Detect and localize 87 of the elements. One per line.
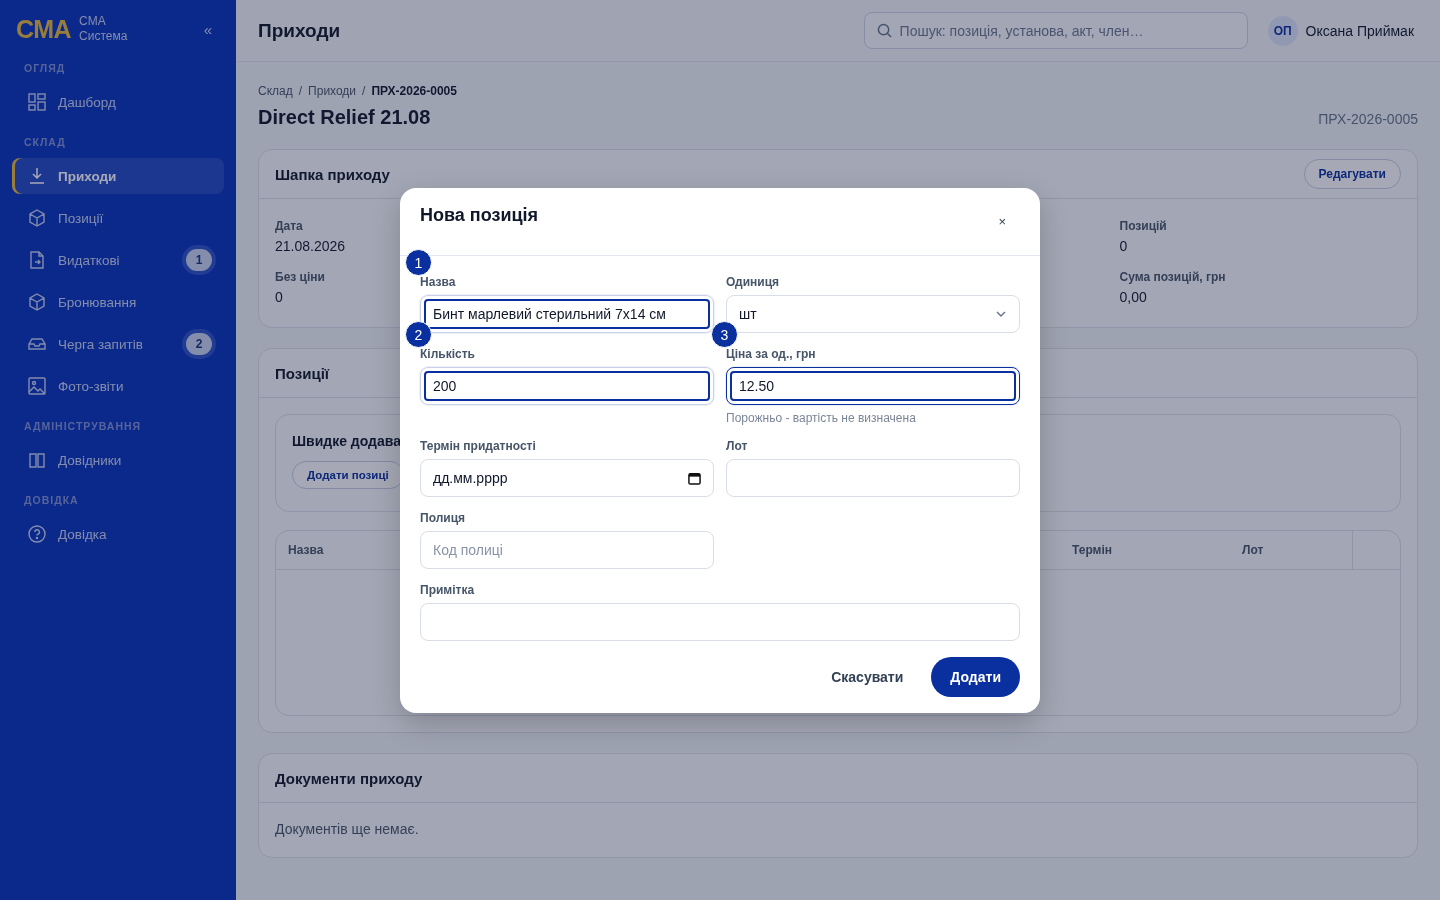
field-label: Кількість <box>420 347 475 361</box>
sidebar-item-label: Довідники <box>58 452 122 468</box>
cancel-button[interactable]: Скасувати <box>815 659 920 695</box>
input-field[interactable]: Код полиці <box>420 531 714 569</box>
field-value: 0 <box>275 289 283 305</box>
input-field[interactable]: 12.50 <box>726 367 1020 405</box>
step-marker-tooltip: 2 <box>405 321 432 348</box>
field-label: Назва <box>420 275 456 289</box>
add-button[interactable]: Додати <box>931 657 1020 697</box>
sidebar-item-label: Дашборд <box>58 94 116 110</box>
field-label: Без ціни <box>275 270 325 284</box>
sidebar-item-label: Позиції <box>58 210 104 226</box>
sidebar-item-label: Фото-звіти <box>58 378 124 394</box>
field-label: Полиця <box>420 511 466 525</box>
card-title: Шапка приходу <box>275 165 390 183</box>
field-label: Примітка <box>420 583 475 597</box>
sidebar-item-label: Бронювання <box>58 294 137 310</box>
card-title: Документи приходу <box>275 769 423 787</box>
field-hint: Порожньо - вартість не визначена <box>726 411 916 425</box>
sidebar-item[interactable]: Бронювання <box>12 284 224 320</box>
sidebar-item-label: Видаткові <box>58 252 120 268</box>
image-icon <box>28 377 46 395</box>
breadcrumb-link[interactable]: ПРХ-2026-0005 <box>371 84 457 98</box>
inbox-icon <box>28 335 46 353</box>
brand-subtitle: Система <box>79 29 128 44</box>
calendar-icon <box>688 471 701 485</box>
field-label: Позицій <box>1119 219 1167 233</box>
sidebar-item-label: Черга запитів <box>58 336 143 352</box>
dialog-title: Нова позиція <box>420 205 539 226</box>
field-label: Термін придатності <box>420 439 536 453</box>
breadcrumb-separator: / <box>298 84 303 98</box>
sidebar-item[interactable]: Дашборд <box>12 84 224 120</box>
input-field[interactable] <box>420 603 1020 641</box>
empty-message: Документів ще немає. <box>275 821 419 837</box>
panel-title: Швидке додава <box>292 433 401 449</box>
document-number: ПРХ-2026-0005 <box>1318 111 1418 127</box>
cube-icon <box>28 209 46 227</box>
field-label: Дата <box>275 219 303 233</box>
collapse-button[interactable]: « <box>199 18 216 40</box>
cube-icon <box>28 293 46 311</box>
sidebar-item[interactable]: Черга запитів 2 <box>12 326 224 362</box>
document-icon <box>28 251 46 269</box>
section-title: АДМІНІСТРУВАННЯ <box>23 420 143 432</box>
user-name: Оксана Приймак <box>1305 22 1414 39</box>
sidebar-item[interactable]: Довідники <box>12 442 224 478</box>
close-button[interactable]: × <box>994 212 1010 231</box>
sidebar-item[interactable]: Видаткові 1 <box>12 242 224 278</box>
breadcrumb-link[interactable]: Склад <box>258 84 293 98</box>
sidebar-item[interactable]: Довідка <box>12 516 224 552</box>
input-field[interactable] <box>726 459 1020 497</box>
column-header: Назва <box>288 543 324 557</box>
search-field[interactable]: Пошук: позиція, установа, акт, член… <box>863 12 1248 49</box>
step-marker-tooltip: 1 <box>405 249 432 276</box>
field-value: 0,00 <box>1119 289 1147 305</box>
breadcrumb-link[interactable]: Приходи <box>308 84 357 98</box>
user-avatar[interactable]: ОП <box>1267 15 1298 46</box>
column-header: Лот <box>1242 543 1265 557</box>
field-label: Сума позицій, грн <box>1119 270 1226 284</box>
document-title: Direct Relief 21.08 <box>258 106 431 129</box>
section-title: СКЛАД <box>23 136 67 148</box>
section-title: ДОВІДКА <box>23 494 80 506</box>
sidebar-item-label: Приходи <box>58 168 117 184</box>
sidebar-item[interactable]: Позиції <box>12 200 224 236</box>
logo: СМА <box>16 14 72 44</box>
sidebar-item[interactable]: Фото-звіти <box>12 368 224 404</box>
field-label: Лот <box>726 439 748 453</box>
field-value: 21.08.2026 <box>275 238 346 254</box>
input-field[interactable]: 200 <box>420 367 714 405</box>
download-icon <box>28 167 46 185</box>
page-heading: Приходи <box>258 19 341 42</box>
step-marker-tooltip: 3 <box>711 321 738 348</box>
field-label: Одиниця <box>726 275 780 289</box>
search-icon <box>876 23 892 38</box>
brand-name: СМА <box>79 14 107 29</box>
field-label: Ціна за од., грн <box>726 347 816 361</box>
sidebar-item[interactable]: Приходи <box>12 158 224 194</box>
sidebar-item-label: Довідка <box>58 526 107 542</box>
date-field[interactable]: дд.мм.рррр <box>420 459 714 497</box>
edit-button[interactable]: Редагувати <box>1303 159 1401 189</box>
breadcrumb-separator: / <box>362 84 366 98</box>
field-value: 0 <box>1119 238 1128 254</box>
book-icon <box>28 451 46 469</box>
card-title: Позиції <box>275 364 330 382</box>
help-icon <box>28 525 46 543</box>
grid-icon <box>28 93 46 111</box>
section-title: ОГЛЯД <box>23 62 67 74</box>
column-header: Термін <box>1072 543 1114 557</box>
